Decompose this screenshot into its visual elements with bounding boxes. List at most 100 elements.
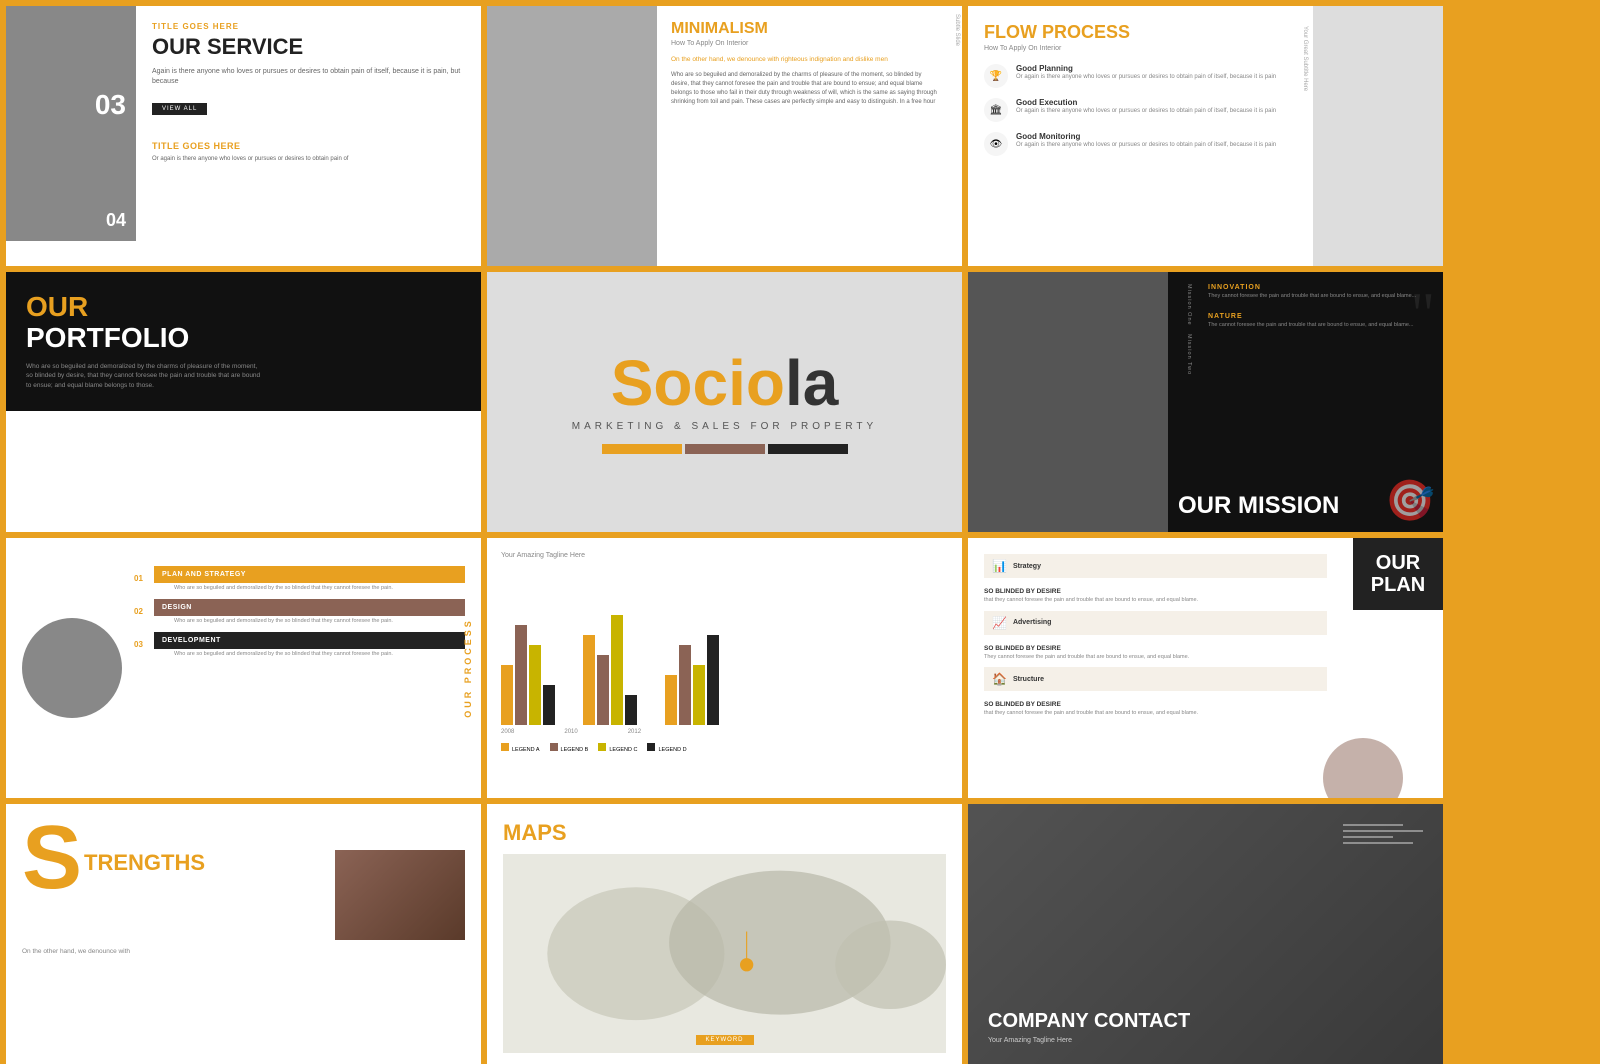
bar-1-d	[543, 685, 555, 725]
strengths-spacer	[84, 820, 465, 850]
plan-icon-advertising: 📈	[992, 616, 1007, 630]
service-main-title: OUR SERVICE	[152, 35, 465, 59]
logo-socio: Socio	[611, 351, 785, 415]
process-item-1: 01 PLAN AND STRATEGY Who are so beguiled…	[134, 566, 465, 591]
process-bar-3: DEVELOPMENT	[154, 632, 465, 649]
legend-a: LEGEND A	[501, 743, 540, 753]
process-desc-2: Who are so beguiled and demoralized by t…	[154, 618, 465, 624]
strengths-container: S TRENGTHS On the other hand, we denounc…	[6, 804, 481, 1064]
flow-item-3-title: Good Monitoring	[1016, 132, 1276, 141]
deco-bar-dark	[768, 444, 848, 454]
legend-d: LEGEND D	[647, 743, 686, 753]
maps-area: KEYWORD	[503, 854, 946, 1053]
mission-item-2-desc: The cannot foresee the pain and trouble …	[1208, 322, 1416, 330]
bar-2-c	[611, 615, 623, 725]
minimalism-title: MINIMALISM	[671, 20, 938, 38]
slide-maps: MAPS KEYWORD	[487, 804, 962, 1064]
minimalism-orange-text: On the other hand, we denounce with righ…	[671, 55, 938, 65]
bar-3-c	[693, 665, 705, 725]
flow-side-label: Your Great Subtitle Here	[1302, 26, 1308, 91]
legend-label-c: LEGEND C	[609, 747, 637, 753]
slide-process: 01 PLAN AND STRATEGY Who are so beguiled…	[6, 538, 481, 798]
flow-item-2-desc: Or again is there anyone who loves or pu…	[1016, 107, 1276, 115]
flow-item-1-title: Good Planning	[1016, 64, 1276, 73]
deco-bar-orange	[602, 444, 682, 454]
plan-item-structure: 🏠 Structure	[984, 667, 1327, 691]
plan-brown-circle	[1323, 738, 1403, 798]
service-bottom-image: 04	[6, 131, 136, 241]
plan-advertising-desc: They cannot foresee the pain and trouble…	[984, 654, 1327, 662]
strengths-image	[335, 850, 465, 940]
bar-1-a	[501, 665, 513, 725]
minimalism-subtitle: How To Apply On Interior	[671, 40, 938, 47]
plan-structure-title: SO BLINDED BY DESIRE	[984, 701, 1327, 708]
mission-label-2: Mission Two	[1180, 334, 1192, 375]
contact-content: COMPANY CONTACT Your Amazing Tagline Her…	[968, 804, 1443, 1064]
minimalism-side-label: Subtle Slide	[952, 6, 962, 266]
flow-item-3-desc: Or again is there anyone who loves or pu…	[1016, 141, 1276, 149]
plan-item-strategy: 📊 Strategy	[984, 554, 1327, 578]
contact-tagline: Your Amazing Tagline Here	[988, 1037, 1423, 1044]
plan-label-strategy: Strategy	[1013, 563, 1041, 570]
contact-title: COMPANY CONTACT	[988, 1010, 1423, 1033]
bar-2-d	[625, 695, 637, 725]
chart-group-1	[501, 625, 555, 725]
deco-bar-brown	[685, 444, 765, 454]
slide-service: 03 TITLE GOES HERE OUR SERVICE Again is …	[6, 6, 481, 266]
chart-x-labels: 2008 2010 2012	[501, 729, 948, 735]
flow-person-image	[1313, 6, 1443, 266]
bar-3-b	[679, 645, 691, 725]
legend-label-d: LEGEND D	[658, 747, 686, 753]
service-num-2: 04	[106, 210, 126, 231]
maps-keyword: KEYWORD	[695, 1035, 753, 1045]
mission-image	[968, 272, 1168, 532]
process-bar-1: PLAN AND STRATEGY	[154, 566, 465, 583]
process-item-2: 02 DESIGN Who are so beguiled and demora…	[134, 599, 465, 624]
process-desc-1: Who are so beguiled and demoralized by t…	[154, 585, 465, 591]
our-plan-title: OUR PLAN	[1353, 538, 1443, 610]
legend-label-a: LEGEND A	[512, 747, 540, 753]
slide-flow: FLOW PROCESS How To Apply On Interior 🏆 …	[968, 6, 1443, 266]
plan-advertising-title: SO BLINDED BY DESIRE	[984, 645, 1327, 652]
process-desc-3: Who are so beguiled and demoralized by t…	[154, 651, 465, 657]
flow-item-2-title: Good Execution	[1016, 98, 1276, 107]
plan-structure-desc: that they cannot foresee the pain and tr…	[984, 710, 1327, 718]
bar-3-a	[665, 675, 677, 725]
minimalism-body: Who are so beguiled and demoralized by t…	[671, 71, 938, 107]
flow-icon-3: 👁	[984, 132, 1008, 156]
maps-svg	[503, 854, 946, 1053]
portfolio-body: Who are so beguiled and demoralized by t…	[26, 362, 261, 391]
legend-dot-d	[647, 743, 655, 751]
mission-item-1-desc: They cannot foresee the pain and trouble…	[1208, 293, 1416, 301]
maps-container: MAPS KEYWORD	[487, 804, 962, 1064]
service-num-1: 03	[95, 89, 126, 121]
service-top-image: 03	[6, 6, 136, 131]
legend-dot-c	[598, 743, 606, 751]
process-side-label: OUR PROCESS	[463, 618, 473, 718]
plan-icon-structure: 🏠	[992, 672, 1007, 686]
legend-label-b: LEGEND B	[561, 747, 589, 753]
bar-2-b	[597, 655, 609, 725]
service-title-2: TITLE GOES HERE	[152, 141, 465, 151]
slide-chart: Your Amazing Tagline Here	[487, 538, 962, 798]
process-num-3: 03	[134, 640, 154, 649]
legend-dot-a	[501, 743, 509, 751]
logo-deco-bars	[602, 444, 848, 454]
bar-2-a	[583, 635, 595, 725]
strengths-top: S TRENGTHS	[22, 820, 465, 940]
strengths-title-block: TRENGTHS	[84, 820, 465, 940]
logo-la: la	[785, 351, 838, 415]
slide-portfolio: OUR PORTFOLIO Who are so beguiled and de…	[6, 272, 481, 532]
chart-legend: LEGEND A LEGEND B LEGEND C LEGEND D	[501, 743, 948, 753]
mission-item-2-title: NATURE	[1208, 313, 1416, 320]
process-item-3: 03 DEVELOPMENT Who are so beguiled and d…	[134, 632, 465, 657]
flow-item-1-desc: Or again is there anyone who loves or pu…	[1016, 73, 1276, 81]
portfolio-title: OUR PORTFOLIO	[26, 292, 261, 354]
legend-dot-b	[550, 743, 558, 751]
slide-strengths: S TRENGTHS On the other hand, we denounc…	[6, 804, 481, 1064]
view-all-button[interactable]: VIEW ALL	[152, 103, 207, 115]
chart-year-2: 2010	[564, 729, 577, 735]
chart-group-3	[665, 635, 719, 725]
slide-mission: Mission One Mission Two INNOVATION They …	[968, 272, 1443, 532]
mission-item-1-title: INNOVATION	[1208, 284, 1416, 291]
